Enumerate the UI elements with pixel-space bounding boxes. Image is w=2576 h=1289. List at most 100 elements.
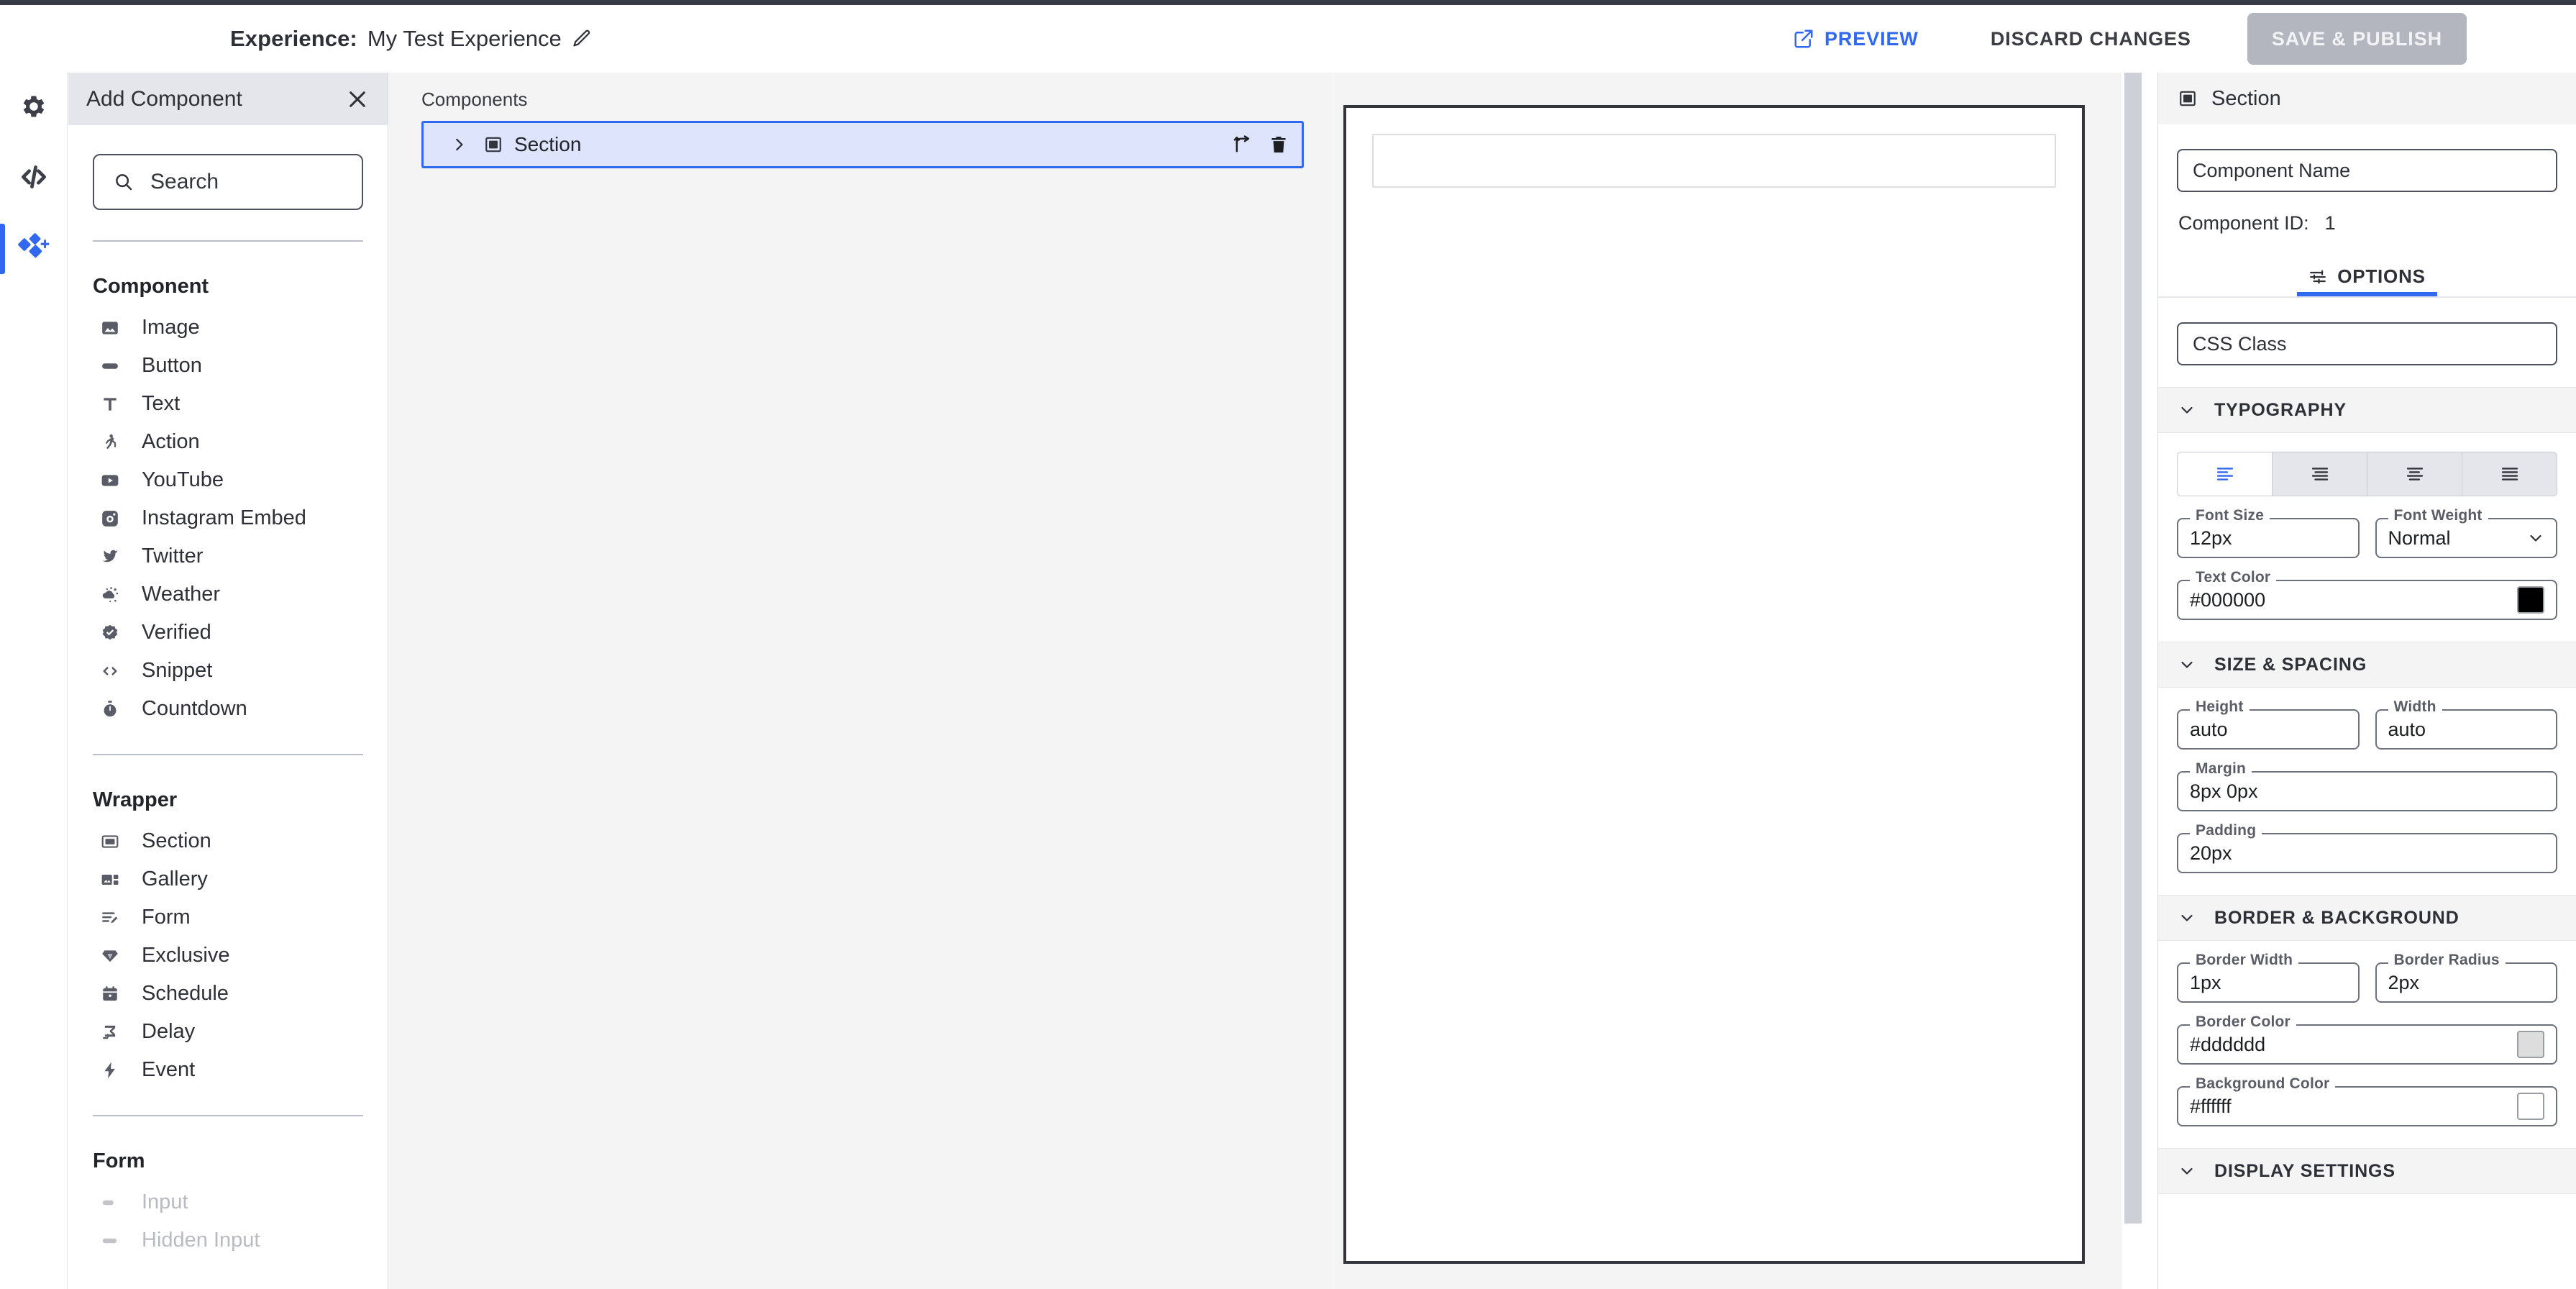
canvas-vertical-scrollbar[interactable] bbox=[2121, 73, 2145, 1289]
save-publish-button[interactable]: SAVE & PUBLISH bbox=[2247, 13, 2467, 65]
add-component-panel-body: Search Component Image Button Text Actio… bbox=[68, 125, 388, 1289]
component-item-text[interactable]: Text bbox=[93, 385, 363, 423]
weather-icon bbox=[97, 586, 123, 604]
inspector-panel: Section Component Name Component ID: 1 O… bbox=[2157, 73, 2576, 1289]
wrapper-item-schedule[interactable]: Schedule bbox=[93, 975, 363, 1013]
canvas-page[interactable] bbox=[1343, 105, 2085, 1264]
discard-changes-button[interactable]: DISCARD CHANGES bbox=[1962, 28, 2220, 50]
preview-button[interactable]: PREVIEW bbox=[1778, 28, 1933, 50]
wrapper-item-label: Form bbox=[142, 906, 191, 929]
text-align-group bbox=[2177, 452, 2557, 496]
form-list: Input Hidden Input bbox=[93, 1183, 363, 1260]
border-color-label: Border Color bbox=[2190, 1014, 2296, 1031]
rail-item-settings[interactable] bbox=[0, 73, 68, 143]
component-id-label: Component ID: bbox=[2178, 212, 2309, 234]
component-item-instagram[interactable]: Instagram Embed bbox=[93, 499, 363, 537]
wrapper-item-exclusive[interactable]: Exclusive bbox=[93, 937, 363, 975]
component-item-image[interactable]: Image bbox=[93, 309, 363, 347]
height-value: auto bbox=[2190, 718, 2228, 740]
wrapper-item-section[interactable]: Section bbox=[93, 822, 363, 860]
rail-item-add-component[interactable] bbox=[0, 214, 68, 284]
wrapper-item-gallery[interactable]: Gallery bbox=[93, 860, 363, 898]
margin-label: Margin bbox=[2190, 760, 2252, 778]
input-icon bbox=[97, 1193, 123, 1212]
wrapper-item-label: Exclusive bbox=[142, 944, 230, 967]
component-item-verified[interactable]: Verified bbox=[93, 614, 363, 652]
component-item-label: Image bbox=[142, 316, 200, 339]
section-header-display-settings[interactable]: DISPLAY SETTINGS bbox=[2158, 1148, 2576, 1194]
wrapper-item-label: Event bbox=[142, 1058, 196, 1081]
section-header-border-background[interactable]: BORDER & BACKGROUND bbox=[2158, 895, 2576, 941]
button-icon bbox=[97, 357, 123, 375]
section-title: BORDER & BACKGROUND bbox=[2214, 907, 2459, 928]
group-title-form: Form bbox=[93, 1149, 145, 1172]
section-header-size-spacing[interactable]: SIZE & SPACING bbox=[2158, 642, 2576, 688]
branch-icon[interactable] bbox=[1233, 135, 1253, 155]
align-center-icon[interactable] bbox=[2273, 452, 2367, 496]
width-field: Width auto bbox=[2375, 698, 2557, 750]
youtube-icon bbox=[97, 471, 123, 490]
chevron-down-icon bbox=[2178, 656, 2196, 673]
tab-options[interactable]: OPTIONS bbox=[2297, 265, 2437, 296]
component-item-youtube[interactable]: YouTube bbox=[93, 461, 363, 499]
border-width-field: Border Width 1px bbox=[2177, 952, 2360, 1003]
align-left-icon[interactable] bbox=[2178, 452, 2273, 496]
component-item-snippet[interactable]: Snippet bbox=[93, 652, 363, 690]
component-name-input[interactable]: Component Name bbox=[2177, 149, 2557, 192]
pencil-icon[interactable] bbox=[572, 29, 592, 49]
text-color-label: Text Color bbox=[2190, 569, 2277, 586]
add-component-panel-header: Add Component bbox=[68, 73, 388, 125]
close-icon[interactable] bbox=[343, 85, 372, 114]
css-class-input[interactable]: CSS Class bbox=[2177, 322, 2557, 365]
canvas-section-block[interactable] bbox=[1372, 134, 2056, 188]
delay-icon bbox=[97, 1023, 123, 1042]
margin-value: 8px 0px bbox=[2190, 780, 2258, 802]
wrapper-item-form[interactable]: Form bbox=[93, 898, 363, 937]
height-field: Height auto bbox=[2177, 698, 2360, 750]
rail-item-code[interactable] bbox=[0, 143, 68, 214]
component-item-action[interactable]: Action bbox=[93, 423, 363, 461]
background-color-swatch[interactable] bbox=[2517, 1093, 2544, 1120]
text-color-value: #000000 bbox=[2190, 588, 2266, 611]
chevron-down-icon bbox=[2527, 529, 2544, 547]
component-item-label: Weather bbox=[142, 583, 221, 606]
wrapper-item-delay[interactable]: Delay bbox=[93, 1013, 363, 1051]
component-item-label: Button bbox=[142, 354, 202, 377]
css-class-placeholder: CSS Class bbox=[2193, 332, 2287, 355]
border-color-field: Border Color #dddddd bbox=[2177, 1014, 2557, 1065]
canvas-area bbox=[1333, 73, 2145, 1289]
background-color-label: Background Color bbox=[2190, 1075, 2336, 1093]
inspector-body: Component Name Component ID: 1 OPTIONS C… bbox=[2158, 149, 2576, 1194]
wrapper-item-event[interactable]: Event bbox=[93, 1051, 363, 1089]
trash-icon[interactable] bbox=[1269, 135, 1289, 155]
section-header-typography[interactable]: TYPOGRAPHY bbox=[2158, 387, 2576, 433]
chevron-down-icon bbox=[2178, 909, 2196, 926]
chevron-right-icon[interactable] bbox=[449, 135, 468, 154]
align-right-icon[interactable] bbox=[2367, 452, 2462, 496]
padding-field: Padding 20px bbox=[2177, 822, 2557, 873]
search-input[interactable]: Search bbox=[93, 154, 363, 210]
component-item-label: Countdown bbox=[142, 697, 247, 720]
experience-label: Experience: bbox=[230, 26, 357, 51]
canvas-scrollbar-thumb[interactable] bbox=[2124, 73, 2142, 1224]
stopwatch-icon bbox=[97, 700, 123, 719]
component-item-weather[interactable]: Weather bbox=[93, 575, 363, 614]
text-color-swatch[interactable] bbox=[2517, 586, 2544, 614]
tree-row[interactable]: Section bbox=[421, 121, 1304, 168]
align-justify-icon[interactable] bbox=[2462, 452, 2557, 496]
wrapper-item-label: Gallery bbox=[142, 867, 208, 891]
component-item-button[interactable]: Button bbox=[93, 347, 363, 385]
component-item-label: Text bbox=[142, 392, 181, 415]
component-item-countdown[interactable]: Countdown bbox=[93, 690, 363, 728]
action-run-icon bbox=[97, 433, 123, 452]
gear-icon bbox=[19, 91, 49, 125]
components-tree-panel: Components Section bbox=[389, 73, 1333, 1289]
width-label: Width bbox=[2388, 698, 2442, 716]
border-color-swatch[interactable] bbox=[2517, 1031, 2544, 1058]
component-item-label: YouTube bbox=[142, 468, 224, 491]
section-title: DISPLAY SETTINGS bbox=[2214, 1160, 2395, 1181]
component-item-label: Instagram Embed bbox=[142, 506, 306, 529]
left-icon-rail bbox=[0, 73, 68, 1289]
component-item-twitter[interactable]: Twitter bbox=[93, 537, 363, 575]
font-size-field: Font Size 12px bbox=[2177, 507, 2360, 558]
